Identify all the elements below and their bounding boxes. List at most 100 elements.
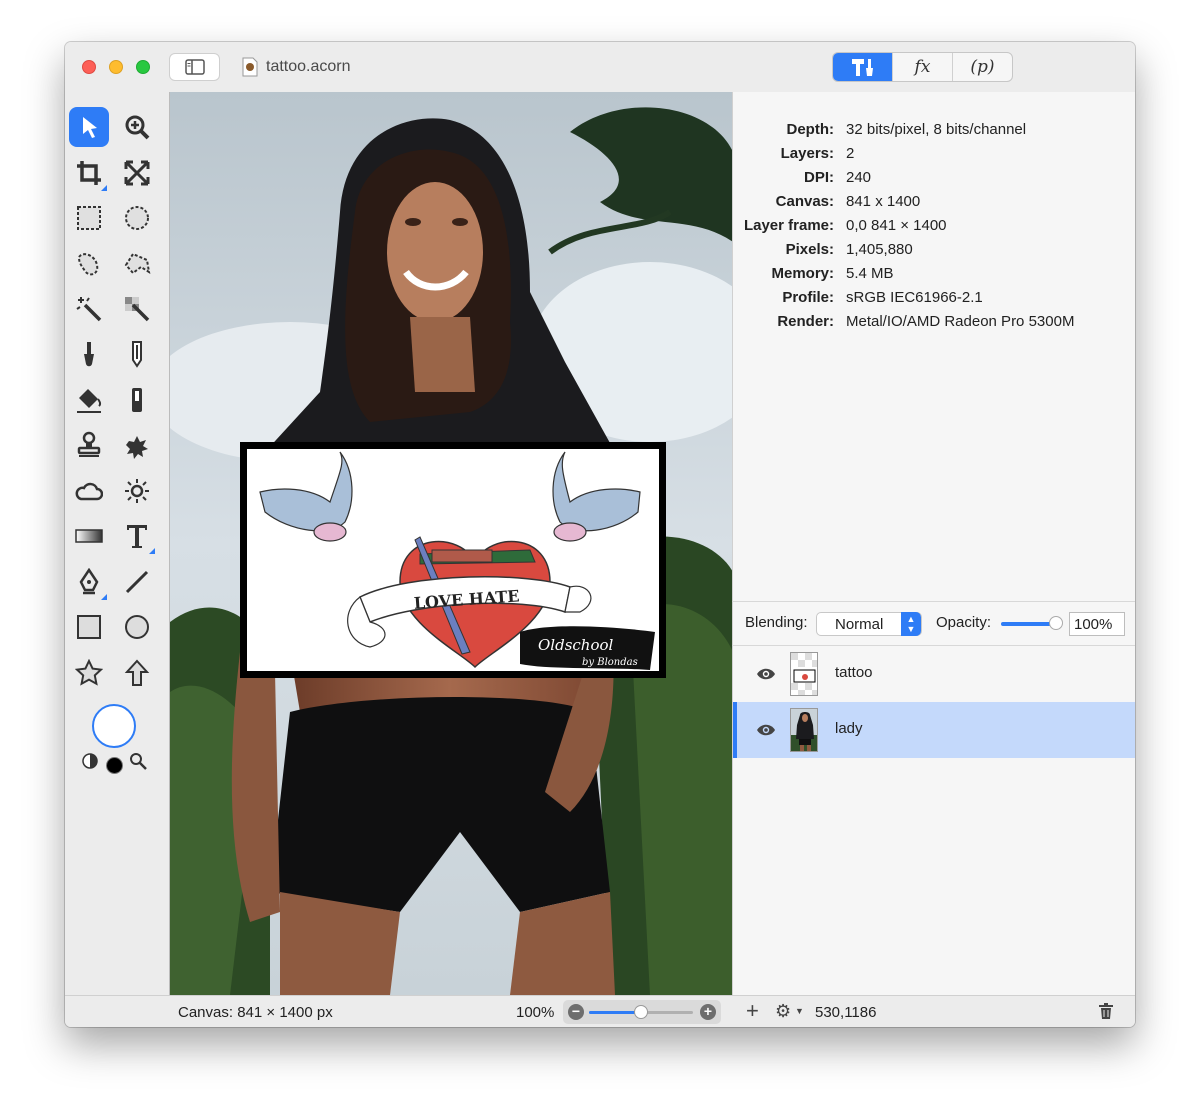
layer-row-lady[interactable]: lady	[733, 702, 1135, 758]
paint-bucket-tool[interactable]	[69, 380, 109, 420]
zoom-tool[interactable]	[117, 107, 157, 147]
oval-shape-tool[interactable]	[117, 607, 157, 647]
arrow-shape-tool[interactable]	[117, 653, 157, 693]
gradient-fill-tool[interactable]	[117, 380, 157, 420]
chevron-updown-icon: ▲ ▼	[901, 612, 921, 636]
polygon-lasso-icon	[124, 252, 151, 275]
chevron-down-icon[interactable]: ▼	[795, 1006, 804, 1016]
layer-name: lady	[835, 720, 863, 737]
tab-tools[interactable]	[833, 53, 893, 81]
blending-mode-select[interactable]: Normal ▲ ▼	[816, 612, 922, 636]
clone-stamp-tool[interactable]	[69, 425, 109, 465]
title-bar: tattoo.acorn fx (p)	[65, 42, 1135, 92]
line-tool[interactable]	[117, 562, 157, 602]
zoom-tool-icon	[125, 115, 150, 140]
crop-tool-icon	[77, 161, 101, 185]
zoom-in-icon[interactable]: +	[700, 1004, 716, 1020]
opacity-slider-track[interactable]	[1001, 622, 1055, 626]
magic-wand-tool[interactable]	[69, 289, 109, 329]
trash-icon[interactable]	[1098, 1002, 1114, 1020]
logo-text: Oldschool	[538, 636, 614, 654]
lasso-tool[interactable]	[69, 243, 109, 283]
submenu-indicator	[101, 185, 107, 191]
info-profile: Profile: sRGB IEC61966-2.1	[782, 289, 983, 306]
close-button[interactable]	[82, 60, 96, 74]
sidebar-icon	[184, 59, 205, 75]
pencil-tool[interactable]	[117, 334, 157, 374]
ellipse-select-icon	[125, 206, 149, 230]
polygon-lasso-tool[interactable]	[117, 243, 157, 283]
rectangle-shape-icon	[77, 615, 101, 639]
info-depth: Depth: 32 bits/pixel, 8 bits/channel	[786, 121, 1027, 138]
foreground-color-well[interactable]	[92, 704, 136, 748]
sun-icon	[125, 479, 149, 503]
brush-tool[interactable]	[69, 334, 109, 374]
tab-plugins[interactable]: (p)	[953, 53, 1012, 81]
info-memory: Memory: 5.4 MB	[771, 265, 894, 282]
pencil-icon	[132, 341, 142, 368]
layer-thumbnail	[790, 652, 818, 696]
tab-filters[interactable]: fx	[893, 53, 953, 81]
splatter-icon	[126, 436, 148, 459]
oval-shape-icon	[125, 615, 149, 639]
splatter-tool[interactable]	[117, 425, 157, 465]
opacity-label: Opacity:	[936, 614, 992, 631]
mode-segmented-control: fx (p)	[832, 52, 1013, 82]
pointer-tool-icon	[83, 117, 97, 138]
transform-tool[interactable]	[117, 153, 157, 193]
smudge-tool[interactable]	[69, 471, 109, 511]
gear-icon[interactable]: ⚙	[775, 1001, 791, 1022]
sidebar-toggle-button[interactable]	[169, 53, 220, 81]
brush-icon	[84, 342, 94, 367]
image-canvas[interactable]: LOVE HATE Oldschool by Blondas	[169, 92, 732, 995]
pen-tool[interactable]	[69, 562, 109, 602]
zoom-control: − +	[563, 1000, 721, 1024]
pointer-tool[interactable]	[69, 107, 109, 147]
pen-tool-icon	[79, 568, 99, 595]
submenu-indicator	[149, 548, 155, 554]
logo-subtext: by Blondas	[582, 657, 638, 668]
eye-icon[interactable]	[756, 723, 776, 737]
opacity-field[interactable]: 100%	[1069, 612, 1125, 636]
blending-mode-value: Normal	[835, 616, 884, 633]
layer-options-bar: Blending: Normal ▲ ▼ Opacity: 100%	[732, 601, 1135, 646]
rectangle-shape-tool[interactable]	[69, 607, 109, 647]
add-layer-icon[interactable]: +	[746, 998, 759, 1024]
cursor-coordinates: 530,1186	[815, 1004, 877, 1021]
color-wand-tool[interactable]	[117, 289, 157, 329]
star-shape-tool[interactable]	[69, 653, 109, 693]
document-icon	[242, 57, 258, 77]
ellipse-select-tool[interactable]	[117, 198, 157, 238]
text-tool[interactable]	[117, 516, 157, 556]
gradient-tool[interactable]	[69, 516, 109, 556]
zoom-slider-knob[interactable]	[634, 1005, 648, 1019]
clone-stamp-icon	[77, 431, 101, 457]
crop-tool[interactable]	[69, 153, 109, 193]
layer-name: tattoo	[835, 664, 873, 681]
image-info-panel: Depth: 32 bits/pixel, 8 bits/channel Laye…	[732, 92, 1135, 601]
text-tool-icon	[127, 525, 147, 548]
info-render: Render: Metal/IO/AMD Radeon Pro 5300M	[777, 313, 1075, 330]
transform-tool-icon	[124, 160, 150, 186]
blending-label: Blending:	[745, 614, 808, 631]
app-window: tattoo.acorn fx (p) LOVE HATE Oldschool …	[65, 42, 1135, 1027]
minimize-button[interactable]	[109, 60, 123, 74]
zoom-out-icon[interactable]: −	[568, 1004, 584, 1020]
swap-colors-icon[interactable]	[81, 752, 99, 770]
line-tool-icon	[125, 570, 149, 594]
zoom-window-button[interactable]	[136, 60, 150, 74]
info-layers: Layers: 2	[780, 145, 855, 162]
gradient-fill-icon	[132, 388, 142, 412]
dodge-burn-tool[interactable]	[117, 471, 157, 511]
eye-icon[interactable]	[756, 667, 776, 681]
zoom-slider-fill	[589, 1011, 639, 1014]
status-bar: Canvas: 841 × 1400 px 100% − + + ⚙ ▼ 530…	[65, 995, 1135, 1027]
submenu-indicator	[101, 594, 107, 600]
opacity-slider-knob[interactable]	[1049, 616, 1063, 630]
background-color-well[interactable]	[106, 757, 123, 774]
layer-row-tattoo[interactable]: tattoo	[733, 646, 1135, 702]
info-canvas: Canvas: 841 x 1400	[775, 193, 921, 210]
canvas-image: LOVE HATE Oldschool by Blondas	[170, 92, 732, 995]
eyedropper-icon[interactable]	[129, 752, 147, 770]
rect-select-tool[interactable]	[69, 198, 109, 238]
